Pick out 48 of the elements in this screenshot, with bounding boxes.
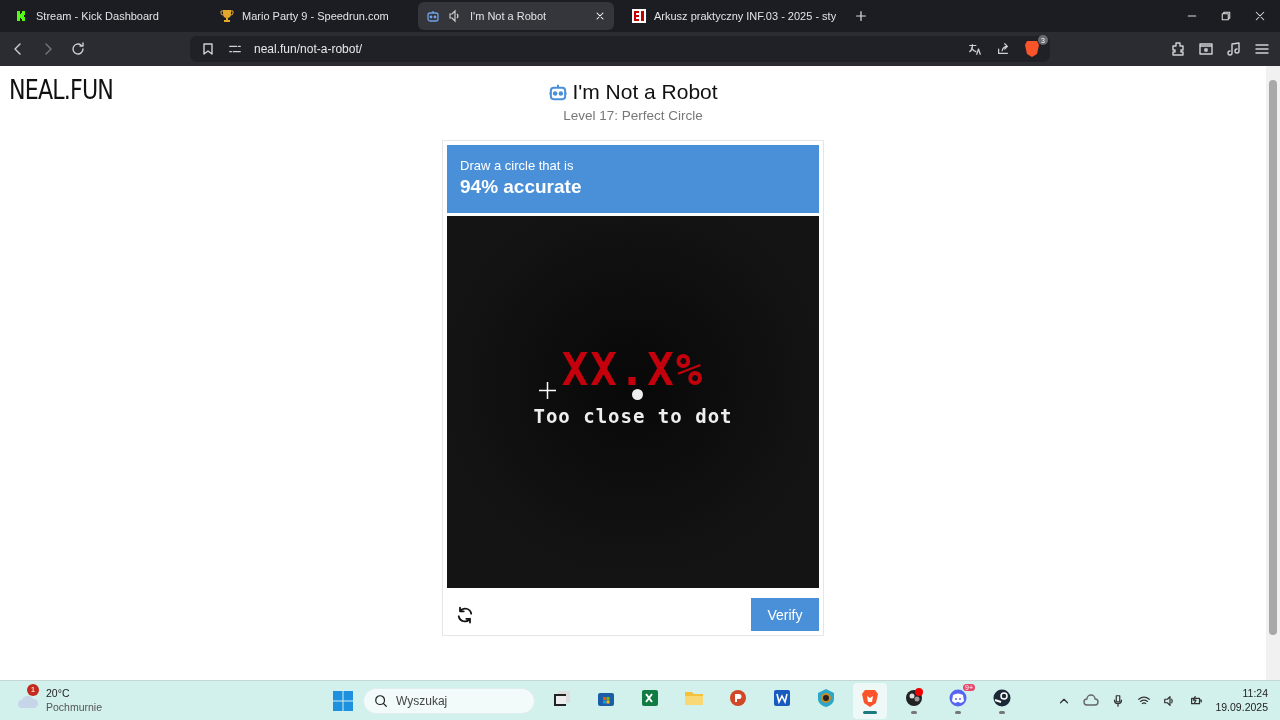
site-logo[interactable]: NEAL.FUN bbox=[9, 74, 113, 105]
clock-time[interactable]: 11:24 bbox=[1215, 686, 1268, 701]
restore-icon[interactable] bbox=[1220, 10, 1232, 22]
warning-message: Too close to dot bbox=[533, 405, 733, 428]
browser-tab[interactable]: I'm Not a Robot bbox=[418, 2, 614, 30]
start-button[interactable] bbox=[333, 690, 353, 711]
music-note-icon[interactable] bbox=[1226, 41, 1242, 57]
prompt-target: 94% accurate bbox=[460, 176, 583, 198]
new-tab-icon[interactable] bbox=[854, 9, 869, 23]
crosshair-cursor-icon bbox=[539, 382, 556, 399]
document-app-icon bbox=[772, 687, 792, 708]
trophy-icon bbox=[220, 9, 234, 23]
ei-logo-icon bbox=[632, 9, 646, 23]
kick-logo-icon bbox=[14, 9, 28, 23]
temperature: 20°C bbox=[46, 687, 71, 701]
puzzle-piece-icon[interactable] bbox=[1170, 41, 1186, 57]
notification-badge: 1 bbox=[27, 684, 39, 697]
accuracy-score: XX.X% bbox=[561, 352, 705, 388]
share-icon[interactable] bbox=[996, 42, 1010, 56]
recording-circle-icon bbox=[904, 687, 924, 708]
window-search-icon[interactable] bbox=[1198, 41, 1214, 57]
scrollbar-thumb[interactable] bbox=[1269, 80, 1277, 635]
robot-icon bbox=[426, 9, 440, 23]
taskbar-search-field[interactable]: Wyszukaj bbox=[363, 687, 535, 714]
clock-date[interactable]: 19.09.2025 bbox=[1215, 700, 1268, 715]
center-dot bbox=[632, 389, 643, 400]
browser-tab[interactable]: Arkusz praktyczny INF.03 - 2025 - sty bbox=[624, 2, 845, 30]
spreadsheet-app-icon bbox=[640, 687, 660, 708]
speaker-icon bbox=[448, 9, 462, 23]
close-tab-icon[interactable] bbox=[594, 10, 606, 22]
menu-icon[interactable] bbox=[1254, 41, 1270, 57]
bookmark-icon[interactable] bbox=[200, 41, 216, 57]
robot-icon bbox=[548, 82, 569, 102]
browser-tab[interactable]: Mario Party 9 - Speedrun.com bbox=[212, 2, 408, 30]
cloud-icon[interactable] bbox=[1083, 692, 1100, 709]
search-icon[interactable] bbox=[374, 693, 388, 708]
refresh-icon[interactable] bbox=[455, 604, 475, 625]
url-text[interactable]: neal.fun/not-a-robot/ bbox=[254, 42, 363, 56]
translate-icon[interactable] bbox=[968, 42, 982, 56]
page-title: I'm Not a Robot bbox=[572, 80, 718, 104]
browser-tab[interactable]: Stream - Kick Dashboard bbox=[6, 2, 202, 30]
close-icon[interactable] bbox=[1254, 10, 1266, 22]
drawing-canvas[interactable]: XX.X% Too close to dot bbox=[447, 216, 819, 588]
level-subtitle: Level 17: Perfect Circle bbox=[563, 108, 703, 123]
presentation-app-icon bbox=[728, 687, 748, 708]
weather-condition: Pochmurnie bbox=[46, 700, 103, 714]
reload-icon[interactable] bbox=[70, 41, 86, 57]
prompt-text: Draw a circle that is bbox=[460, 158, 575, 173]
